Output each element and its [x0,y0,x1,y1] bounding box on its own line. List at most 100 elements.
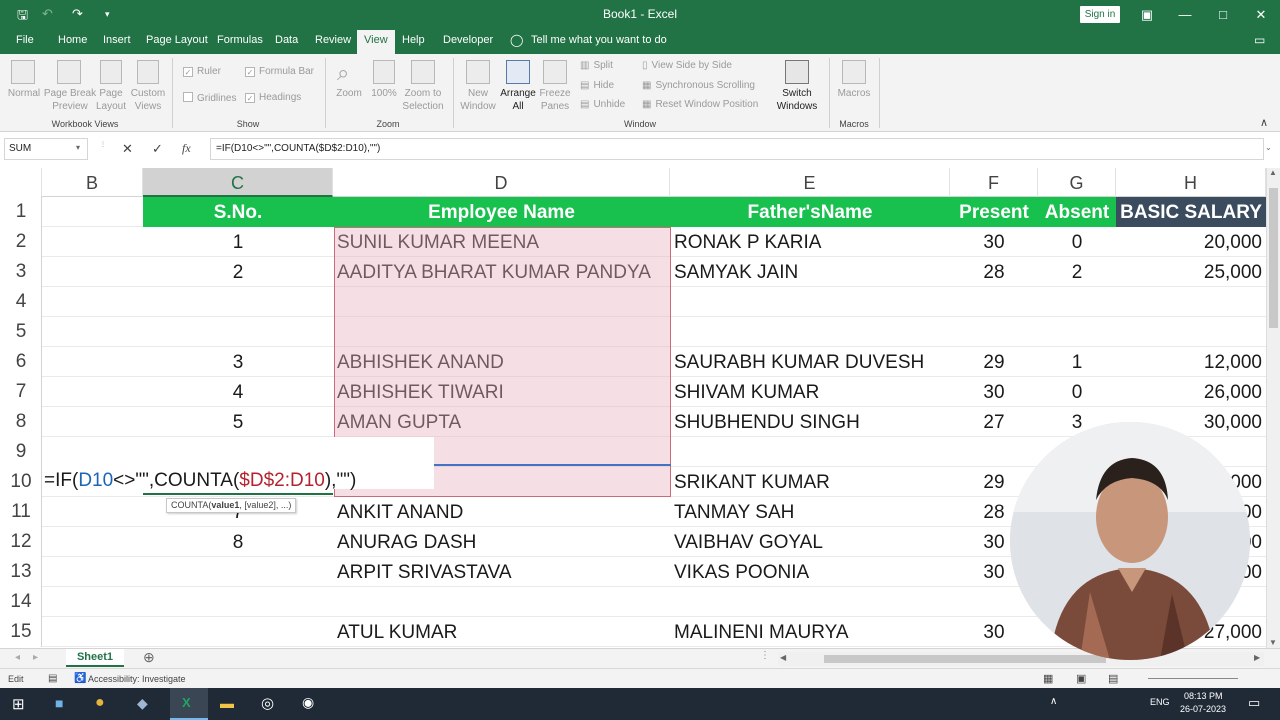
gridlines-checkbox[interactable]: Gridlines [183,92,236,104]
minimize-button[interactable]: — [1170,4,1200,26]
cell-c6[interactable]: 3 [143,347,333,377]
cell-h7[interactable]: 26,000 [1116,377,1266,407]
scroll-sheets-left-icon[interactable]: ◂ [15,652,20,663]
cell-c5[interactable] [143,317,333,347]
tell-me-search[interactable]: Tell me what you want to do [531,34,667,46]
ribbon-display-options-icon[interactable]: ▣ [1132,4,1162,26]
cell-d13[interactable]: ARPIT SRIVASTAVA [333,557,670,587]
page-break-preview-button[interactable]: Page Break Preview [42,87,98,113]
split-button[interactable]: ▥ Split [580,60,613,71]
cell-c3[interactable]: 2 [143,257,333,287]
cell-f7[interactable]: 30 [950,377,1038,407]
cell-h6[interactable]: 12,000 [1116,347,1266,377]
page-layout-status-icon[interactable]: ▣ [1076,672,1086,685]
cell-g2[interactable]: 0 [1038,227,1116,257]
enter-entry-icon[interactable]: ✓ [152,141,163,157]
cell-d12[interactable]: ANURAG DASH [333,527,670,557]
cell-h5[interactable] [1116,317,1266,347]
cell-f2[interactable]: 30 [950,227,1038,257]
show-hidden-icons-icon[interactable]: ∧ [1050,696,1057,707]
cell-e10[interactable]: SRIKANT KUMAR [670,467,950,497]
cell-e6[interactable]: SAURABH KUMAR DUVESH [670,347,950,377]
cell-g6[interactable]: 1 [1038,347,1116,377]
zoom-button[interactable]: Zoom [331,87,367,100]
headings-checkbox[interactable]: ✓ Headings [245,92,301,103]
unhide-button[interactable]: ▤ Unhide [580,99,625,110]
tab-insert[interactable]: Insert [103,34,131,46]
formula-bar-checkbox[interactable]: ✓ Formula Bar [245,66,314,77]
cell-d15[interactable]: ATUL KUMAR [333,617,670,647]
column-header-c[interactable]: C [143,168,333,197]
expand-formula-bar-icon[interactable]: ⌄ [1265,143,1272,152]
cell-e2[interactable]: RONAK P KARIA [670,227,950,257]
cell-e8[interactable]: SHUBHENDU SINGH [670,407,950,437]
cell-e4[interactable] [670,287,950,317]
insert-function-icon[interactable]: fx [182,141,191,156]
tab-developer[interactable]: Developer [443,34,493,46]
reset-window-position-button[interactable]: ▦ Reset Window Position [642,99,758,110]
scroll-down-icon[interactable]: ▼ [1269,638,1277,647]
cell-f4[interactable] [950,287,1038,317]
cell-f8[interactable]: 27 [950,407,1038,437]
cell-e7[interactable]: SHIVAM KUMAR [670,377,950,407]
vertical-scroll-thumb[interactable] [1269,188,1278,328]
scroll-left-icon[interactable]: ◀ [780,653,786,662]
normal-view-button[interactable]: Normal [4,87,44,100]
cell-g4[interactable] [1038,287,1116,317]
excel-taskbar-button[interactable]: X [170,688,208,720]
sheet-tab-sheet1[interactable]: Sheet1 [66,649,124,667]
cancel-entry-icon[interactable]: ✕ [122,141,133,157]
maximize-button[interactable]: □ [1208,4,1238,26]
macros-button[interactable]: Macros [833,87,875,100]
windows-start-icon[interactable]: ⊞ [12,695,25,713]
cell-h4[interactable] [1116,287,1266,317]
arrange-all-button[interactable]: Arrange All [498,87,538,113]
cell-c7[interactable]: 4 [143,377,333,407]
page-layout-view-button[interactable]: Page Layout [95,87,127,113]
macro-record-icon[interactable]: ▤ [48,673,57,684]
cell-c4[interactable] [143,287,333,317]
zoom-slider[interactable] [1148,678,1238,679]
column-header-d[interactable]: D [333,168,670,197]
header-cell-c1[interactable]: S.No. [143,197,333,227]
zoom-100-button[interactable]: 100% [367,87,401,100]
cell-c14[interactable] [143,587,333,617]
cell-h2[interactable]: 20,000 [1116,227,1266,257]
column-header-e[interactable]: E [670,168,950,197]
chrome-icon[interactable]: ● [95,694,105,712]
column-header-b[interactable]: B [42,168,143,197]
cell-c12[interactable]: 8 [143,527,333,557]
cell-g7[interactable]: 0 [1038,377,1116,407]
cell-g3[interactable]: 2 [1038,257,1116,287]
clock-time[interactable]: 08:13 PM [1184,691,1223,701]
scroll-sheets-right-icon[interactable]: ▸ [33,652,38,663]
tab-review[interactable]: Review [315,34,351,46]
header-cell-h1[interactable]: BASIC SALARY [1116,197,1266,227]
comments-icon[interactable]: ▭ [1254,33,1265,47]
switch-windows-button[interactable]: Switch Windows [767,87,827,113]
cell-e15[interactable]: MALINENI MAURYA [670,617,950,647]
header-cell-f1[interactable]: Present [950,197,1038,227]
cell-c2[interactable]: 1 [143,227,333,257]
notifications-icon[interactable]: ▭ [1248,695,1260,711]
cell-e12[interactable]: VAIBHAV GOYAL [670,527,950,557]
app-icon[interactable]: ◆ [137,695,148,712]
header-cell-g1[interactable]: Absent [1038,197,1116,227]
accessibility-status[interactable]: Accessibility: Investigate [88,674,186,684]
cell-f3[interactable]: 28 [950,257,1038,287]
tab-view[interactable]: View [357,30,395,54]
header-cell-d1[interactable]: Employee Name [333,197,670,227]
add-sheet-icon[interactable]: ⊕ [143,649,155,666]
cell-h3[interactable]: 25,000 [1116,257,1266,287]
cell-f15[interactable]: 30 [950,617,1038,647]
synchronous-scrolling-button[interactable]: ▦ Synchronous Scrolling [642,80,755,91]
tab-help[interactable]: Help [402,34,425,46]
vertical-scrollbar[interactable]: ▲ ▼ [1266,168,1280,650]
zoom-to-selection-button[interactable]: Zoom to Selection [400,87,446,113]
tab-home[interactable]: Home [58,34,87,46]
tab-page-layout[interactable]: Page Layout [146,34,208,46]
cell-c8[interactable]: 5 [143,407,333,437]
column-header-h[interactable]: H [1116,168,1266,197]
cell-e3[interactable]: SAMYAK JAIN [670,257,950,287]
freeze-panes-button[interactable]: Freeze Panes [535,87,575,113]
